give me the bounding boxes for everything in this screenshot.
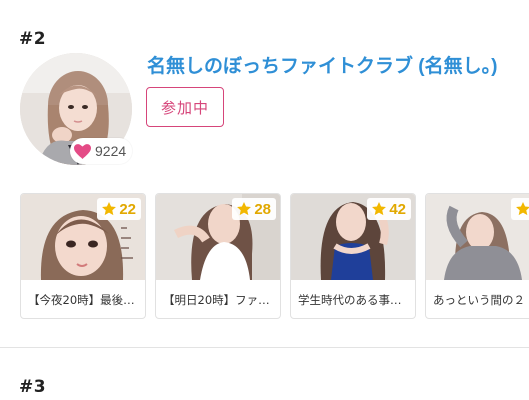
post-thumbnail: 28 — [156, 194, 280, 280]
like-count-pill[interactable]: 9224 — [70, 138, 133, 164]
post-title-text: あっという間の２ — [433, 292, 525, 307]
star-icon — [237, 202, 252, 216]
post-title-text: 【今夜20時】最後… — [28, 292, 135, 307]
joined-button[interactable]: 参加中 — [146, 87, 224, 127]
rank-label: #2 — [19, 29, 47, 49]
post-title: 【今夜20時】最後… — [21, 280, 145, 318]
post-card[interactable]: 28 【明日20時】ファ… — [155, 193, 281, 319]
post-title: 【明日20時】ファ… — [156, 280, 280, 318]
star-count: 42 — [389, 200, 406, 218]
post-card[interactable]: 3 あっという間の２ — [425, 193, 529, 319]
post-thumbnail: 42 — [291, 194, 415, 280]
post-thumbnail: 22 — [21, 194, 145, 280]
star-icon — [372, 202, 387, 216]
star-count-badge: 42 — [367, 198, 411, 220]
post-card[interactable]: 42 学生時代のある事… — [290, 193, 416, 319]
star-count: 28 — [254, 200, 271, 218]
post-card-row: 22 【今夜20時】最後… 28 【明日20時】ファ… 42 学生時代のある事…… — [20, 193, 529, 319]
like-count: 9224 — [95, 143, 127, 159]
section-divider — [0, 347, 529, 348]
post-thumbnail: 3 — [426, 194, 529, 280]
ranking-page: #2 9224 名無しのぼっちファイトクラブ (名無し。) 参加中 22 【今夜… — [0, 0, 529, 400]
post-title: あっという間の２ — [426, 280, 529, 318]
star-count-badge: 3 — [510, 198, 529, 220]
star-count-badge: 22 — [97, 198, 141, 220]
post-title-text: 【明日20時】ファ… — [163, 292, 270, 307]
post-title-text: 学生時代のある事… — [298, 292, 402, 307]
star-icon — [515, 202, 529, 216]
star-count-badge: 28 — [232, 198, 276, 220]
post-card[interactable]: 22 【今夜20時】最後… — [20, 193, 146, 319]
heart-icon — [74, 143, 91, 159]
star-count: 22 — [119, 200, 136, 218]
profile-name-link[interactable]: 名無しのぼっちファイトクラブ (名無し。) — [147, 51, 497, 78]
star-icon — [102, 202, 117, 216]
post-title: 学生時代のある事… — [291, 280, 415, 318]
rank-label-next: #3 — [19, 377, 47, 397]
